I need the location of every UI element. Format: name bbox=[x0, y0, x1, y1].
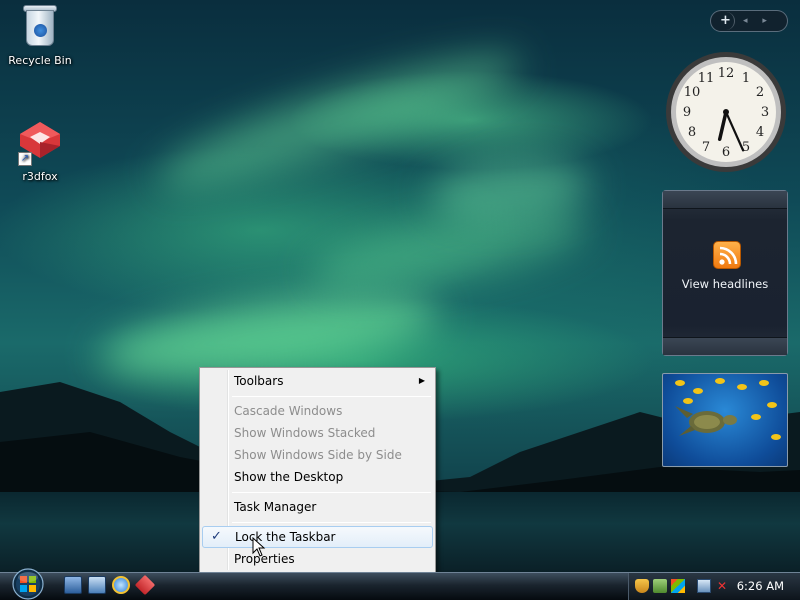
menu-item-lock-the-taskbar[interactable]: ✓ Lock the Taskbar bbox=[202, 526, 433, 548]
fish-shape bbox=[759, 380, 769, 386]
svg-text:10: 10 bbox=[684, 85, 701, 100]
sidebar-controls: + ◂ ▸ bbox=[710, 10, 788, 32]
internet-explorer-icon[interactable] bbox=[112, 576, 130, 594]
gadget-bottom-band bbox=[663, 337, 787, 355]
svg-text:12: 12 bbox=[718, 66, 735, 81]
view-headlines-label: View headlines bbox=[681, 277, 769, 291]
clock-gadget[interactable]: 12 1 2 3 4 5 6 7 8 9 10 11 bbox=[664, 50, 788, 174]
desktop-icon-label: Recycle Bin bbox=[8, 54, 72, 67]
svg-text:4: 4 bbox=[756, 125, 764, 140]
menu-item-task-manager[interactable]: Task Manager bbox=[202, 496, 433, 518]
menu-separator bbox=[232, 492, 431, 493]
svg-text:8: 8 bbox=[688, 125, 696, 140]
svg-text:9: 9 bbox=[683, 105, 691, 120]
fish-shape bbox=[675, 380, 685, 386]
menu-item-properties[interactable]: Properties bbox=[202, 548, 433, 570]
network-icon[interactable] bbox=[697, 579, 711, 593]
feed-headlines-gadget[interactable]: View headlines bbox=[662, 190, 788, 356]
desktop-icon-label: r3dfox bbox=[22, 170, 58, 183]
svg-text:6: 6 bbox=[722, 145, 730, 160]
network-warning-icon[interactable] bbox=[653, 579, 667, 593]
menu-item-label: Lock the Taskbar bbox=[235, 530, 336, 544]
r3dfox-desktop-icon[interactable]: ↗ r3dfox bbox=[0, 118, 80, 183]
start-button[interactable] bbox=[8, 566, 48, 600]
slideshow-gadget[interactable] bbox=[662, 373, 788, 467]
notification-area: ✕ 6:26 AM bbox=[628, 573, 800, 600]
windows-flag-icon[interactable] bbox=[671, 579, 685, 593]
fish-shape bbox=[737, 384, 747, 390]
fish-shape bbox=[693, 388, 703, 394]
gadget-top-band bbox=[663, 191, 787, 209]
show-desktop-icon[interactable] bbox=[64, 576, 82, 594]
menu-item-show-the-desktop[interactable]: Show the Desktop bbox=[202, 466, 433, 488]
r3dfox-icon: ↗ bbox=[16, 118, 64, 166]
gadget-nav-arrows[interactable]: ◂ ▸ bbox=[743, 16, 773, 26]
svg-text:2: 2 bbox=[756, 85, 764, 100]
menu-item-toolbars[interactable]: Toolbars ▶ bbox=[202, 370, 433, 392]
volume-muted-icon[interactable]: ✕ bbox=[715, 579, 729, 593]
recycle-bin-desktop-icon[interactable]: Recycle Bin bbox=[0, 2, 80, 67]
switch-windows-icon[interactable] bbox=[88, 576, 106, 594]
svg-text:3: 3 bbox=[761, 105, 769, 120]
menu-separator bbox=[232, 522, 431, 523]
svg-text:5: 5 bbox=[742, 140, 750, 155]
submenu-arrow-icon: ▶ bbox=[418, 376, 425, 385]
security-shield-icon[interactable] bbox=[635, 579, 649, 593]
sea-turtle-image bbox=[675, 406, 737, 436]
svg-text:1: 1 bbox=[742, 71, 750, 86]
rss-icon bbox=[713, 241, 741, 269]
menu-item-show-windows-side-by-side[interactable]: Show Windows Side by Side bbox=[202, 444, 433, 466]
system-clock[interactable]: 6:26 AM bbox=[737, 579, 784, 593]
menu-item-label: Toolbars bbox=[234, 374, 284, 388]
fish-shape bbox=[767, 402, 777, 408]
svg-text:11: 11 bbox=[698, 71, 715, 86]
menu-item-cascade-windows[interactable]: Cascade Windows bbox=[202, 400, 433, 422]
add-gadget-button[interactable]: + bbox=[717, 12, 735, 30]
fish-shape bbox=[715, 378, 725, 384]
svg-text:7: 7 bbox=[702, 140, 710, 155]
recycle-bin-icon bbox=[16, 2, 64, 50]
fish-shape bbox=[771, 434, 781, 440]
taskbar-context-menu: Toolbars ▶ Cascade Windows Show Windows … bbox=[199, 367, 436, 573]
shortcut-arrow-icon: ↗ bbox=[18, 152, 32, 166]
fish-shape bbox=[751, 414, 761, 420]
mouse-pointer-icon bbox=[252, 537, 266, 557]
checkmark-icon: ✓ bbox=[211, 529, 222, 544]
menu-item-show-windows-stacked[interactable]: Show Windows Stacked bbox=[202, 422, 433, 444]
menu-separator bbox=[232, 396, 431, 397]
